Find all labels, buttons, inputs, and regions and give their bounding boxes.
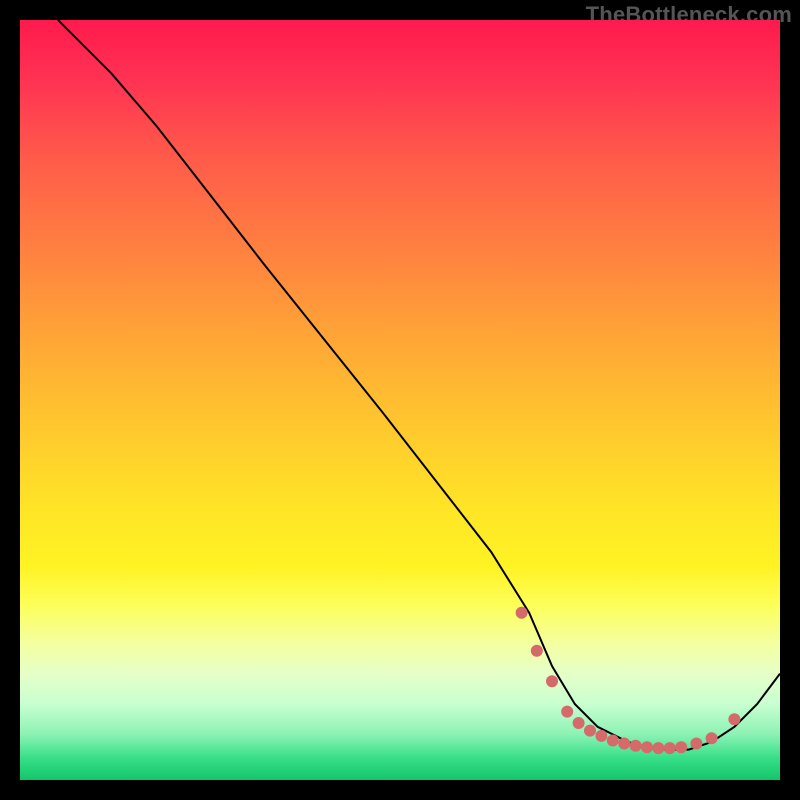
- data-dot: [531, 645, 543, 657]
- chart-svg: [20, 20, 780, 780]
- data-dot: [561, 706, 573, 718]
- data-dot: [664, 742, 676, 754]
- data-dot: [584, 725, 596, 737]
- data-dot: [706, 732, 718, 744]
- plot-area: [20, 20, 780, 780]
- data-dot: [595, 730, 607, 742]
- data-dot: [607, 735, 619, 747]
- data-dot: [618, 738, 630, 750]
- chart-stage: TheBottleneck.com: [0, 0, 800, 800]
- data-dot: [652, 742, 664, 754]
- data-dot: [516, 607, 528, 619]
- data-dot: [573, 717, 585, 729]
- data-dot: [690, 738, 702, 750]
- data-dot: [546, 675, 558, 687]
- data-dot: [675, 741, 687, 753]
- data-dots-group: [516, 607, 741, 754]
- bottleneck-curve: [58, 20, 780, 750]
- data-dot: [641, 741, 653, 753]
- data-dot: [728, 713, 740, 725]
- data-dot: [630, 740, 642, 752]
